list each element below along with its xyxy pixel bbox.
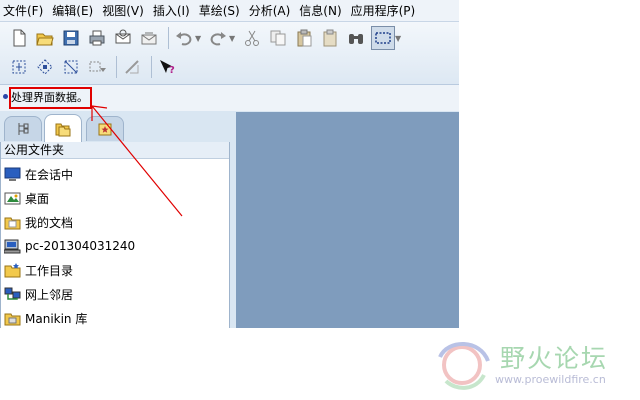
watermark-url: www.proewildfire.cn xyxy=(495,373,606,386)
watermark-title: 野火论坛 xyxy=(500,344,609,373)
watermark-logo-icon xyxy=(438,342,490,390)
watermark: 野火论坛 www.proewildfire.cn xyxy=(430,335,640,395)
